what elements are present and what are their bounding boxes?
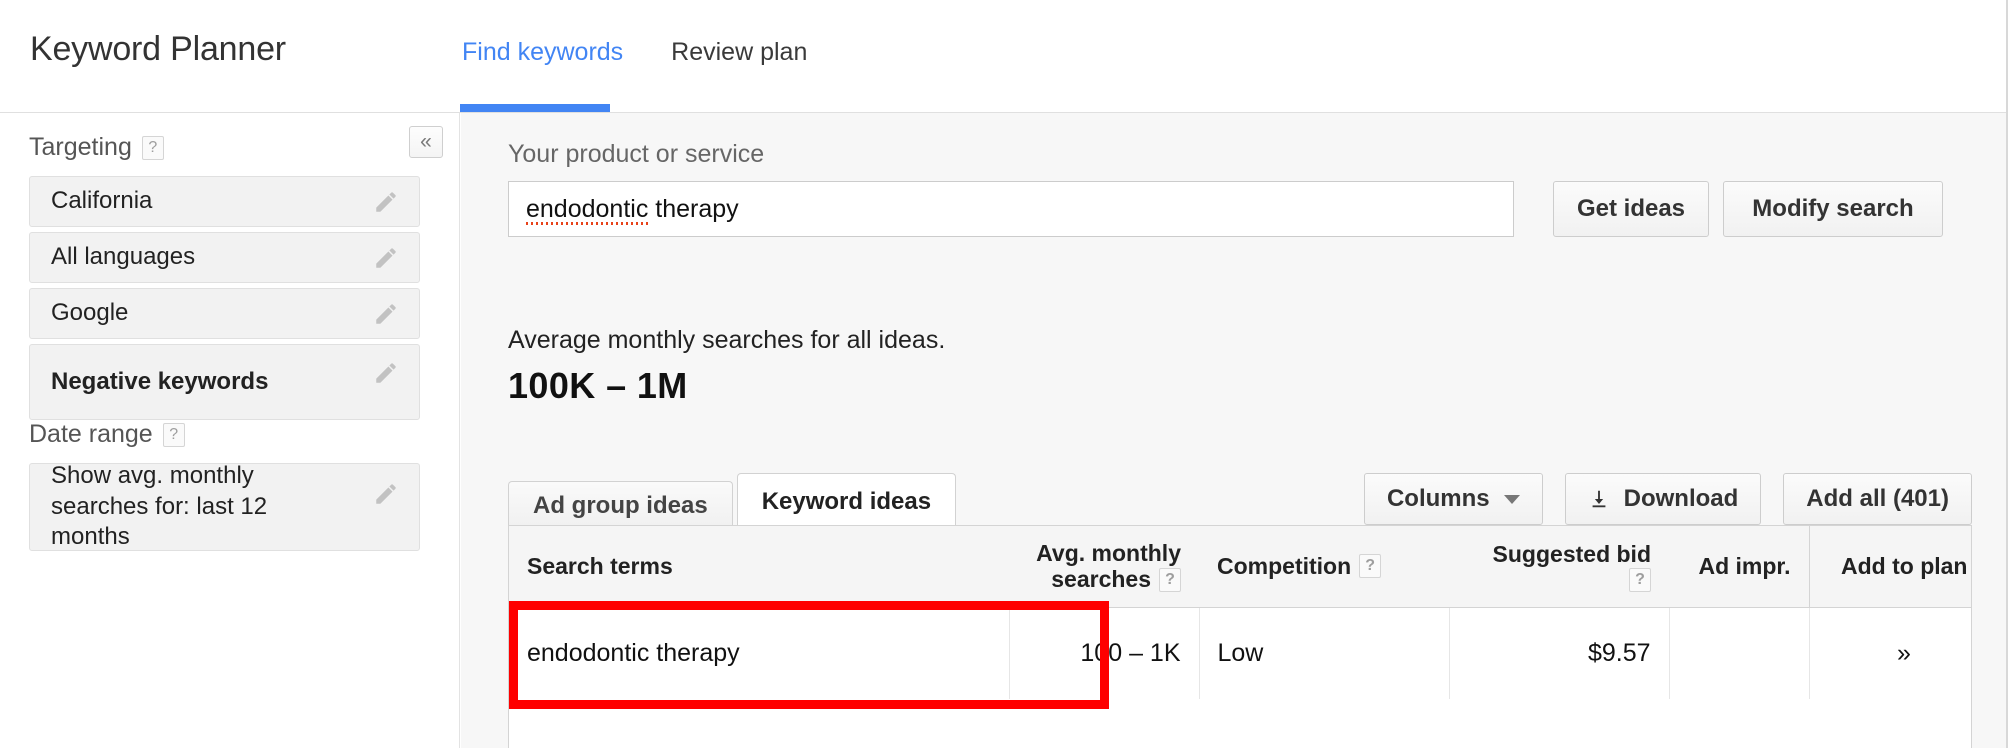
active-tab-indicator — [460, 104, 610, 112]
targeting-item-negative-keywords[interactable]: Negative keywords — [29, 344, 420, 420]
column-header-competition[interactable]: Competition ? — [1199, 526, 1449, 608]
cell-search-term: endodontic therapy — [509, 607, 1010, 700]
targeting-item-label: All languages — [51, 243, 196, 271]
keyword-ideas-table: Search terms Avg. monthly searches ? Com… — [509, 526, 1971, 700]
competition-help-icon[interactable]: ? — [1359, 554, 1382, 579]
search-field-label: Your product or service — [508, 140, 765, 168]
targeting-item-label: Google — [51, 299, 129, 327]
column-header-label: Competition — [1217, 552, 1352, 579]
search-input-rest: therapy — [648, 194, 739, 223]
suggested-bid-help-icon[interactable]: ? — [1629, 567, 1651, 592]
tab-review-plan[interactable]: Review plan — [671, 36, 833, 68]
tab-keyword-ideas[interactable]: Keyword ideas — [736, 473, 957, 529]
column-header-line2: searches — [1051, 566, 1151, 593]
tab-find-keywords[interactable]: Find keywords — [462, 36, 649, 68]
column-header-search-terms[interactable]: Search terms — [509, 526, 1009, 608]
date-range-value: Show avg. monthly searches for: last 12 … — [51, 461, 268, 551]
main-content: Your product or service endodontic thera… — [461, 113, 2006, 748]
cell-competition: Low — [1199, 607, 1450, 700]
pencil-icon[interactable] — [373, 189, 399, 215]
top-bar: Keyword Planner Find keywords Review pla… — [0, 0, 2006, 113]
average-searches-value: 100K – 1M — [508, 365, 688, 406]
targeting-item-label: Negative keywords — [51, 367, 269, 395]
targeting-section-label: Targeting ? — [29, 133, 164, 162]
cell-ad-impr — [1669, 607, 1810, 700]
date-range-section-label: Date range ? — [29, 420, 185, 449]
date-range-help-icon[interactable]: ? — [162, 422, 185, 447]
download-button[interactable]: Download — [1564, 473, 1762, 525]
pencil-icon[interactable] — [373, 481, 399, 507]
column-header-line1: Suggested bid — [1492, 541, 1651, 568]
targeting-label-text: Targeting — [29, 133, 132, 161]
date-range-item[interactable]: Show avg. monthly searches for: last 12 … — [29, 461, 420, 551]
targeting-item-languages[interactable]: All languages — [29, 232, 420, 283]
columns-button-label: Columns — [1386, 485, 1490, 512]
search-panel: Your product or service endodontic thera… — [461, 113, 2006, 553]
columns-button[interactable]: Columns — [1363, 473, 1543, 525]
column-header-label: Add to plan — [1841, 552, 1968, 579]
targeting-chip-list: California All languages Google Negative… — [29, 176, 420, 425]
cell-suggested-bid: $9.57 — [1449, 607, 1670, 700]
column-header-line1: Avg. monthly — [1036, 540, 1181, 566]
column-header-label: Avg. monthly searches ? — [1027, 540, 1181, 593]
table-row[interactable]: endodontic therapy 100 – 1K Low $9.57 » — [509, 607, 1971, 700]
body: « Targeting ? California All languages G… — [0, 113, 2006, 748]
column-header-label: Search terms — [527, 552, 673, 579]
pencil-icon[interactable] — [373, 360, 399, 386]
date-range-label-text: Date range — [29, 420, 153, 448]
tab-ad-group-ideas[interactable]: Ad group ideas — [508, 481, 733, 529]
download-icon — [1592, 490, 1606, 508]
table-header-row: Search terms Avg. monthly searches ? Com… — [509, 526, 1971, 608]
pencil-icon[interactable] — [373, 245, 399, 271]
table-toolbar: Columns Download Add all (401) — [1363, 473, 1972, 525]
targeting-help-icon[interactable]: ? — [141, 135, 164, 160]
chevron-down-icon — [1503, 494, 1520, 504]
get-ideas-button[interactable]: Get ideas — [1553, 181, 1709, 237]
keyword-ideas-table-container: Search terms Avg. monthly searches ? Com… — [508, 525, 1972, 748]
sidebar-collapse-icon[interactable]: « — [409, 126, 443, 158]
main-tabs: Find keywords Review plan — [462, 36, 833, 68]
column-header-label: Suggested bid ? — [1467, 541, 1651, 592]
table-header: Search terms Avg. monthly searches ? Com… — [509, 526, 1971, 608]
misspelled-word: endodontic — [526, 194, 649, 225]
add-all-button[interactable]: Add all (401) — [1783, 473, 1972, 525]
column-header-label: Ad impr. — [1698, 552, 1791, 579]
column-header-avg-monthly-searches[interactable]: Avg. monthly searches ? — [1009, 526, 1199, 608]
cell-add-to-plan-button[interactable]: » — [1809, 607, 1971, 700]
sidebar: « Targeting ? California All languages G… — [0, 113, 460, 748]
avg-searches-help-icon[interactable]: ? — [1159, 567, 1181, 592]
pencil-icon[interactable] — [373, 301, 399, 327]
column-header-ad-impr[interactable]: Ad impr. — [1669, 526, 1810, 608]
idea-tabs: Ad group ideas Keyword ideas — [508, 473, 957, 529]
date-range-chip-list: Show avg. monthly searches for: last 12 … — [29, 461, 420, 556]
targeting-item-label: California — [51, 187, 153, 215]
column-header-suggested-bid[interactable]: Suggested bid ? — [1449, 526, 1669, 608]
search-input[interactable]: endodontic therapy — [508, 181, 1514, 237]
download-button-label: Download — [1623, 485, 1739, 512]
search-input-value: endodontic therapy — [526, 194, 739, 225]
modify-search-button[interactable]: Modify search — [1723, 181, 1943, 237]
table-body: endodontic therapy 100 – 1K Low $9.57 » — [509, 607, 1971, 700]
column-header-line2-wrap: searches ? — [1051, 566, 1181, 592]
average-searches-caption: Average monthly searches for all ideas. — [508, 326, 946, 354]
targeting-item-location[interactable]: California — [29, 176, 420, 227]
page-title: Keyword Planner — [30, 30, 286, 68]
cell-avg-monthly-searches: 100 – 1K — [1009, 607, 1200, 700]
column-header-add-to-plan: Add to plan — [1809, 526, 1971, 608]
targeting-item-network[interactable]: Google — [29, 288, 420, 339]
keyword-planner-app: Keyword Planner Find keywords Review pla… — [0, 0, 2008, 748]
column-header-label-wrap: Competition ? — [1217, 552, 1382, 580]
